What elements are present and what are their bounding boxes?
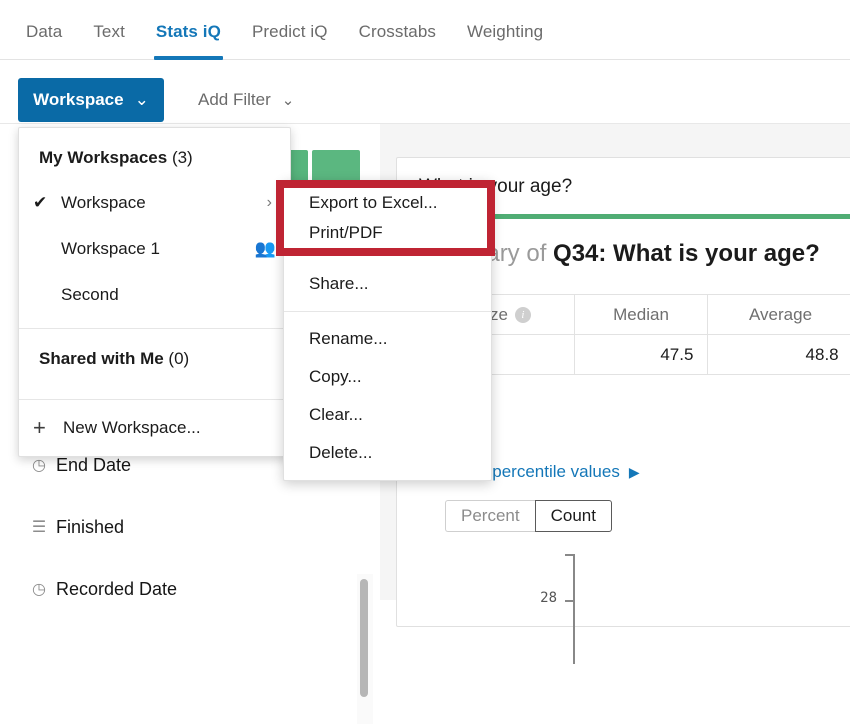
context-menu-item-print-pdf-highlighted[interactable]: Print/PDF bbox=[284, 218, 487, 248]
context-menu-item-share[interactable]: Share... bbox=[284, 265, 491, 303]
tab-predict-iq[interactable]: Predict iQ bbox=[252, 22, 328, 59]
axis-line bbox=[573, 554, 575, 664]
triangle-right-icon: ▶ bbox=[629, 464, 640, 480]
toggle-percent[interactable]: Percent bbox=[445, 500, 535, 532]
workspace-dropdown-menu: My Workspaces (3) ✔ Workspace › Workspac… bbox=[18, 127, 291, 457]
column-median: Median bbox=[574, 295, 708, 335]
context-menu-item-copy[interactable]: Copy... bbox=[284, 358, 491, 396]
add-filter-button[interactable]: Add Filter ⌄ bbox=[198, 78, 294, 122]
tab-text[interactable]: Text bbox=[93, 22, 125, 59]
cell-median: 47.5 bbox=[574, 335, 708, 375]
chevron-right-icon[interactable]: › bbox=[267, 194, 276, 212]
chevron-down-icon: ⌄ bbox=[282, 91, 295, 109]
list-item[interactable]: ☰ Finished bbox=[22, 496, 352, 558]
main-tab-bar: Data Text Stats iQ Predict iQ Crosstabs … bbox=[0, 0, 850, 60]
context-menu-item-clear[interactable]: Clear... bbox=[284, 396, 491, 434]
list-item[interactable]: ◷ Recorded Date bbox=[22, 558, 352, 620]
info-icon[interactable]: i bbox=[515, 307, 531, 323]
workspace-button-label: Workspace bbox=[33, 90, 123, 110]
shared-with-me-count: (0) bbox=[168, 349, 189, 368]
axis-tick bbox=[565, 600, 574, 602]
context-menu-item-rename[interactable]: Rename... bbox=[284, 320, 491, 358]
menu-item-label: Workspace 1 bbox=[61, 239, 255, 259]
stats-iq-app: Data Text Stats iQ Predict iQ Crosstabs … bbox=[0, 0, 850, 600]
check-icon: ✔ bbox=[33, 193, 61, 213]
menu-item-workspace[interactable]: ✔ Workspace › bbox=[19, 180, 290, 226]
menu-item-label: Workspace bbox=[61, 193, 267, 213]
my-workspaces-header: My Workspaces (3) bbox=[19, 128, 290, 180]
panel-scrollbar-thumb[interactable] bbox=[360, 579, 368, 697]
workspace-toolbar: Workspace ⌄ Add Filter ⌄ bbox=[0, 60, 850, 124]
variable-label: End Date bbox=[56, 455, 131, 476]
menu-item-second[interactable]: Second bbox=[19, 272, 290, 318]
variable-label: Recorded Date bbox=[56, 579, 177, 600]
tab-weighting[interactable]: Weighting bbox=[467, 22, 543, 59]
context-menu-item-delete[interactable]: Delete... bbox=[284, 434, 491, 472]
list-icon: ☰ bbox=[22, 514, 56, 540]
column-average: Average bbox=[708, 295, 850, 335]
clock-icon: ◷ bbox=[22, 576, 56, 602]
menu-item-new-workspace[interactable]: + New Workspace... bbox=[19, 400, 290, 456]
chevron-down-icon: ⌄ bbox=[135, 90, 149, 110]
workspace-button[interactable]: Workspace ⌄ bbox=[18, 78, 164, 122]
my-workspaces-count: (3) bbox=[172, 148, 193, 167]
context-menu-divider bbox=[284, 311, 491, 312]
menu-item-workspace-1[interactable]: Workspace 1 👥 bbox=[19, 226, 290, 272]
annotation-highlighted-items: Export to Excel... Print/PDF bbox=[284, 188, 487, 248]
page-title-bold: Q34: What is your age? bbox=[553, 240, 820, 267]
variable-label: Finished bbox=[56, 517, 124, 538]
shared-with-me-title: Shared with Me bbox=[39, 349, 164, 368]
tab-data[interactable]: Data bbox=[26, 22, 62, 59]
cell-average: 48.8 bbox=[708, 335, 850, 375]
add-filter-label: Add Filter bbox=[198, 90, 271, 110]
tab-stats-iq[interactable]: Stats iQ bbox=[156, 22, 221, 59]
people-icon: 👥 bbox=[255, 239, 276, 259]
my-workspaces-title: My Workspaces bbox=[39, 148, 167, 167]
menu-item-label: Second bbox=[61, 285, 276, 305]
plus-icon: + bbox=[33, 415, 63, 441]
tab-crosstabs[interactable]: Crosstabs bbox=[359, 22, 436, 59]
menu-item-label: New Workspace... bbox=[63, 418, 201, 438]
axis-tick-label: 28 bbox=[517, 590, 557, 606]
shared-with-me-header: Shared with Me (0) bbox=[19, 329, 290, 389]
percent-count-toggle: Percent Count bbox=[445, 500, 612, 532]
toggle-count[interactable]: Count bbox=[535, 500, 612, 532]
context-menu-item-export-excel-highlighted[interactable]: Export to Excel... bbox=[284, 188, 487, 218]
